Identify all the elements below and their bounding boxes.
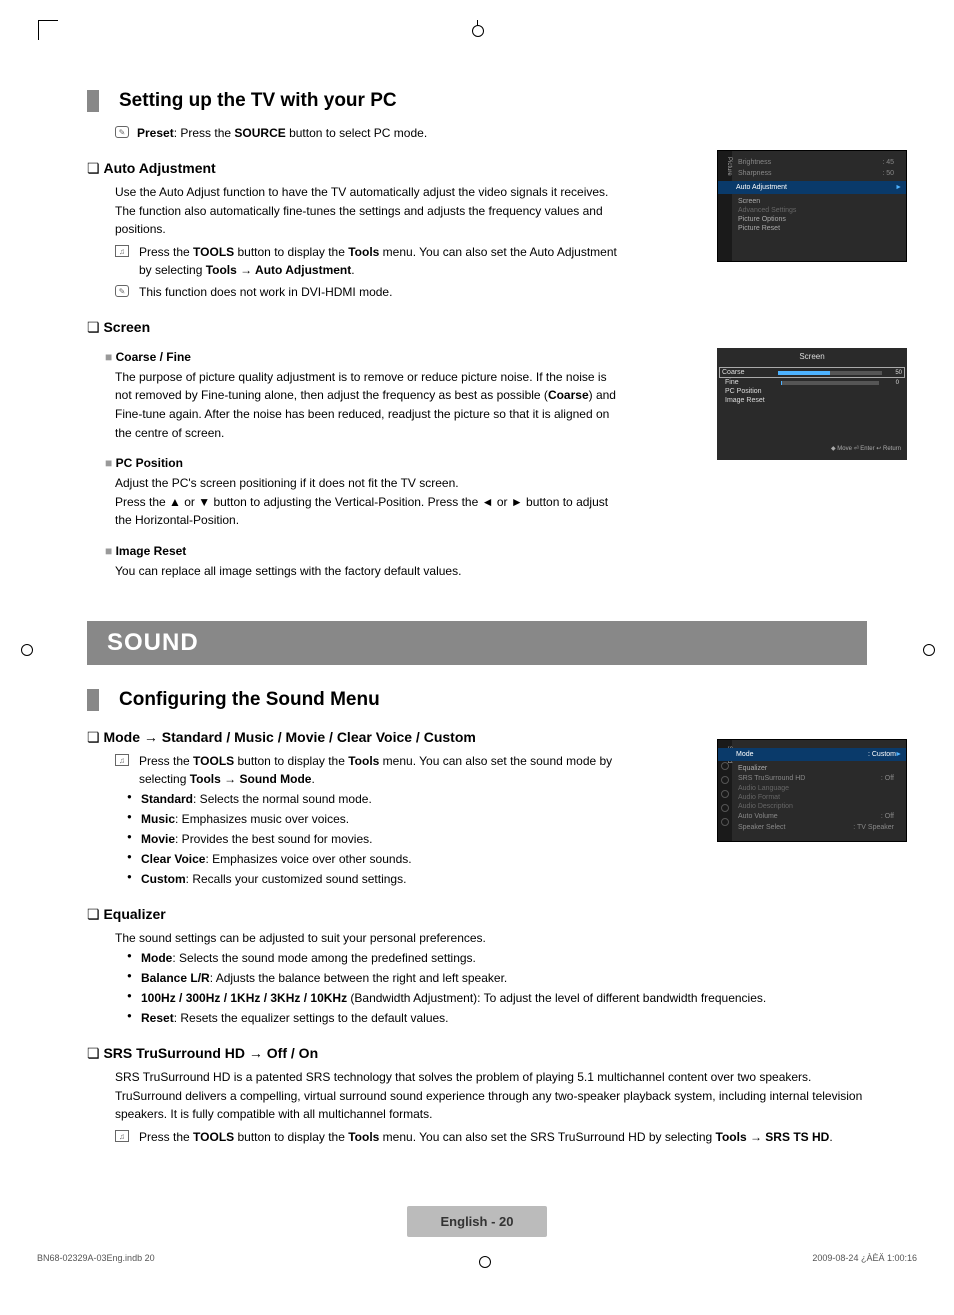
tools-icon: ♫ [115,245,129,257]
crop-mark-icon [18,641,34,657]
mode-bullet-list: Standard: Selects the normal sound mode.… [127,790,617,888]
screen-heading: Screen [87,319,617,336]
osd-sound-menu: Sound Mode: Custom Equalizer SRS TruSurr… [717,739,907,842]
crop-mark-icon [920,641,936,657]
osd-highlight-row: Mode: Custom [718,748,906,761]
body-text: Adjust the PC's screen positioning if it… [115,474,617,493]
tools-note: ♫ Press the TOOLS button to display the … [115,1128,867,1146]
auto-adjustment-heading: Auto Adjustment [87,160,617,177]
section-bar-sound: SOUND [87,621,867,665]
osd-slider-row: Coarse 50 [719,367,905,378]
image-reset-heading: Image Reset [105,544,617,558]
tools-note: ♫ Press the TOOLS button to display the … [115,752,617,788]
crop-mark-icon [476,1253,492,1269]
osd-footer-hints: ◆ Move ⏎ Enter ↩ Return [723,405,901,452]
mode-heading: Mode → Standard / Music / Movie / Clear … [87,729,617,746]
note-icon: ✎ [115,126,129,138]
body-text: The sound settings can be adjusted to su… [115,929,867,948]
tools-icon: ♫ [115,754,129,766]
osd-slider-row: Fine 0 [723,378,901,387]
equalizer-heading: Equalizer [87,906,867,923]
section-heading: Setting up the TV with your PC [87,90,617,112]
note-icon: ✎ [115,285,129,297]
srs-heading: SRS TruSurround HD → Off / On [87,1045,867,1062]
body-text: You can replace all image settings with … [115,562,617,581]
osd-tab-label: Picture [718,151,732,261]
osd-picture-menu: Picture Brightness: 45 Sharpness: 50 Aut… [717,150,907,262]
doc-filename: BN68-02329A-03Eng.indb 20 [37,1253,155,1269]
body-text: SRS TruSurround HD is a patented SRS tec… [115,1068,867,1124]
preset-note: ✎ Preset: Press the SOURCE button to sel… [115,124,617,142]
pc-position-heading: PC Position [105,456,617,470]
osd-title: Screen [723,348,901,367]
crop-mark-icon [469,20,485,36]
print-timestamp: 2009-08-24 ¿ÀÈÄ 1:00:16 [812,1253,917,1269]
osd-screen-menu: Screen Coarse 50 Fine 0 PC Position Imag… [717,348,907,460]
body-text: Press the ▲ or ▼ button to adjusting the… [115,493,617,530]
tools-note: ♫ Press the TOOLS button to display the … [115,243,617,279]
section-heading: Configuring the Sound Menu [87,689,617,711]
crop-corner [38,20,58,40]
equalizer-bullet-list: Mode: Selects the sound mode among the p… [127,949,867,1027]
body-text: The purpose of picture quality adjustmen… [115,368,617,442]
tools-icon: ♫ [115,1130,129,1142]
osd-highlight-row: Auto Adjustment [718,181,906,194]
coarse-fine-heading: Coarse / Fine [105,350,617,364]
page-footer: English - 20 [407,1206,547,1237]
osd-category-icons [721,762,729,826]
body-text: Use the Auto Adjust function to have the… [115,183,617,239]
note: ✎ This function does not work in DVI-HDM… [115,283,617,301]
print-footer: BN68-02329A-03Eng.indb 20 2009-08-24 ¿ÀÈ… [37,1253,917,1269]
